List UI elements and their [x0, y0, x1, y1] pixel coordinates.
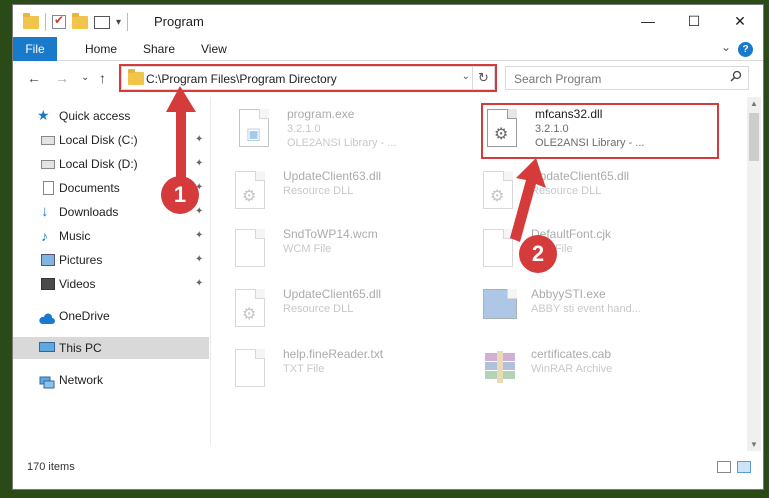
arrow-1-icon: [166, 86, 196, 182]
callout-1: 1: [161, 176, 199, 214]
annotation-arrows: [166, 86, 546, 242]
callout-2: 2: [519, 235, 557, 273]
arrow-2-icon: [510, 158, 546, 242]
